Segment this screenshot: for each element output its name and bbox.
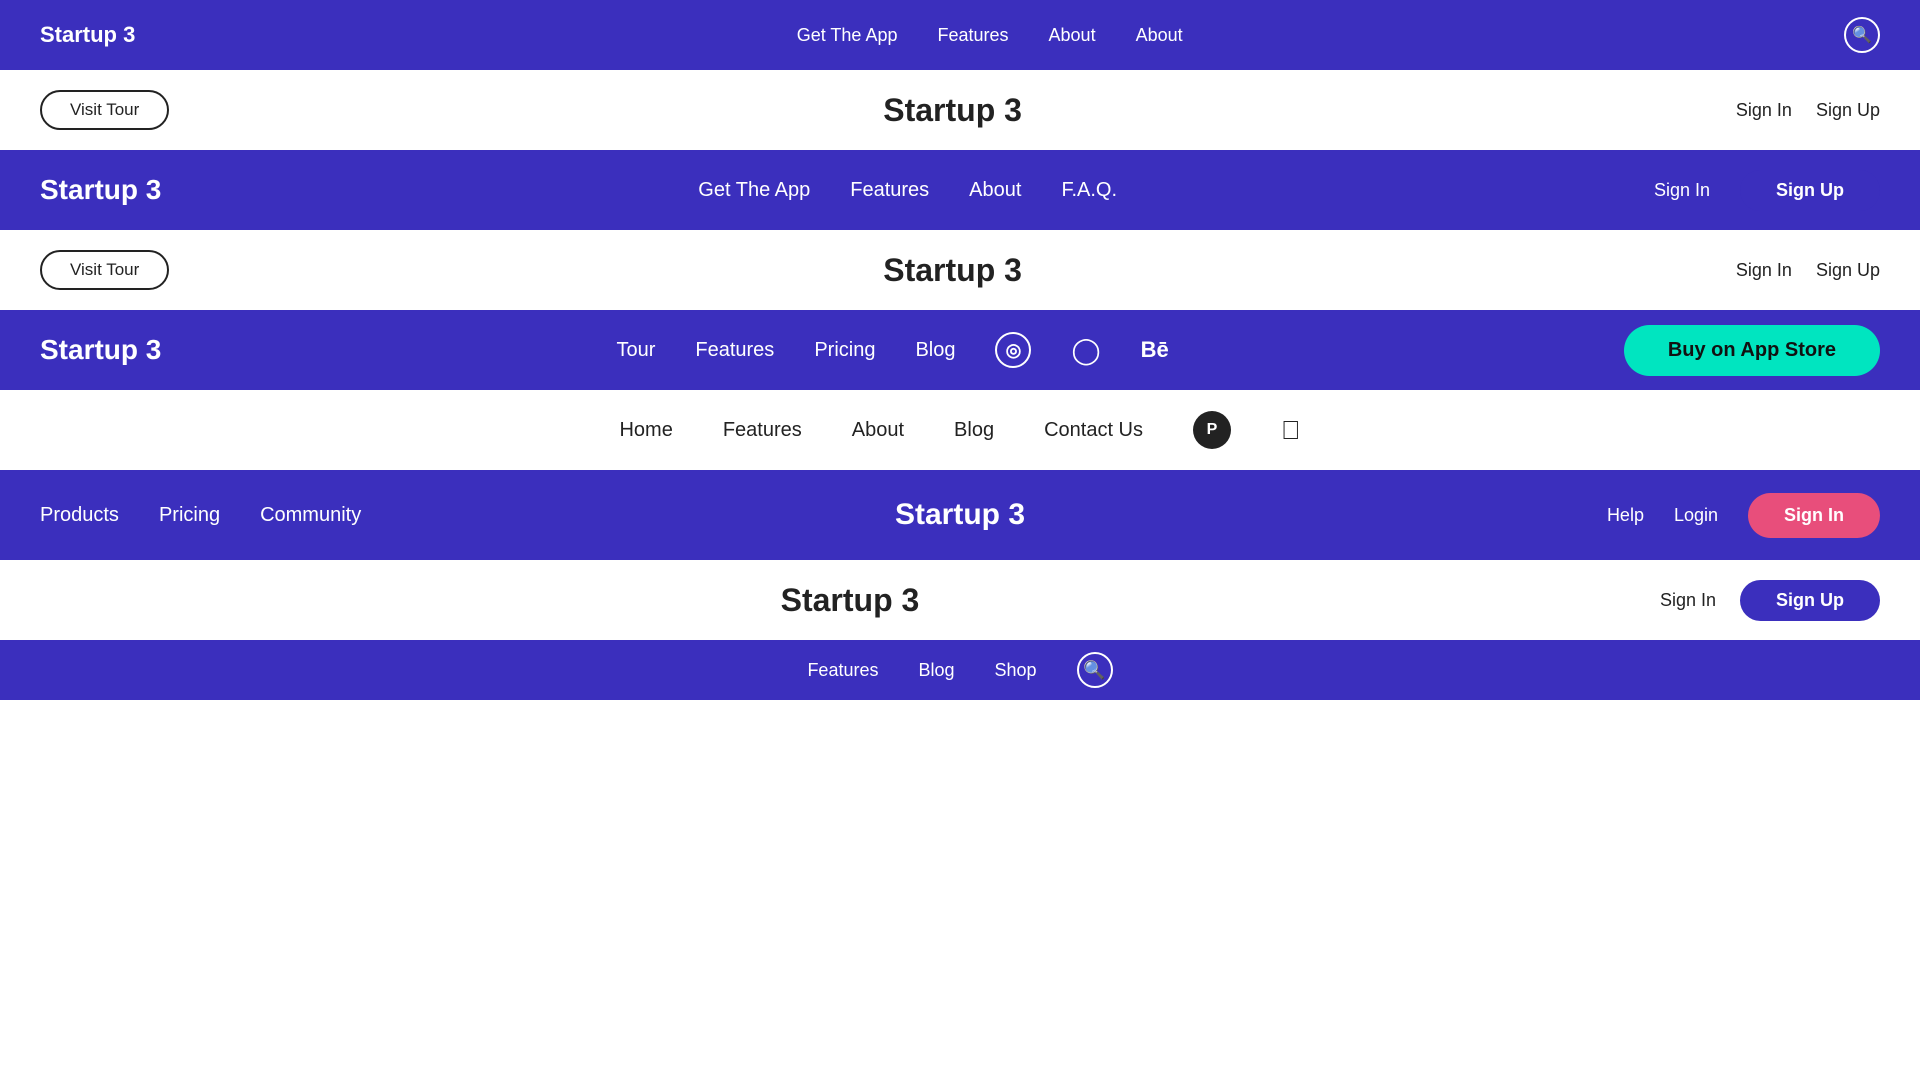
nav1-link-about2[interactable]: About: [1136, 25, 1183, 45]
band2-title: Startup 3: [169, 252, 1736, 289]
apple-icon[interactable]: : [1281, 415, 1301, 446]
nav4-help[interactable]: Help: [1607, 505, 1644, 526]
nav3-actions: Buy on App Store: [1624, 325, 1880, 376]
band3-link-blog[interactable]: Blog: [954, 419, 994, 442]
brand-1: Startup 3: [40, 22, 135, 48]
nav2-link-features[interactable]: Features: [850, 179, 929, 201]
nav4-links: Products Pricing Community: [40, 504, 361, 527]
behance-icon[interactable]: Bē: [1141, 337, 1169, 362]
instagram-icon[interactable]: ◯: [1071, 335, 1100, 365]
nav5-link-blog[interactable]: Blog: [918, 660, 954, 680]
nav5-link-shop[interactable]: Shop: [995, 660, 1037, 680]
nav1-links: Get The App Features About About: [135, 25, 1844, 46]
nav3-links: Tour Features Pricing Blog ◎ ◯ Bē: [161, 332, 1623, 368]
nav4-link-pricing[interactable]: Pricing: [159, 504, 220, 526]
nav4-link-products[interactable]: Products: [40, 504, 119, 526]
white-band-4: Startup 3 Sign In Sign Up: [0, 560, 1920, 640]
nav5-links: Features Blog Shop 🔍: [40, 652, 1880, 688]
nav4-link-community[interactable]: Community: [260, 504, 361, 526]
band4-sign-actions: Sign In Sign Up: [1660, 580, 1880, 621]
nav3-link-pricing[interactable]: Pricing: [814, 339, 875, 361]
band1-sign-in[interactable]: Sign In: [1736, 100, 1792, 121]
band3-link-home[interactable]: Home: [619, 419, 672, 442]
band1-sign-up[interactable]: Sign Up: [1816, 100, 1880, 121]
white-band-3: Home Features About Blog Contact Us P : [0, 390, 1920, 470]
nav2-links: Get The App Features About F.A.Q.: [161, 179, 1654, 202]
nav2-sign-up[interactable]: Sign Up: [1740, 170, 1880, 211]
nav2-sign-in[interactable]: Sign In: [1654, 180, 1710, 201]
nav5-search-icon[interactable]: 🔍: [1077, 652, 1113, 688]
white-band-1: Visit Tour Startup 3 Sign In Sign Up: [0, 70, 1920, 150]
white-band-2: Visit Tour Startup 3 Sign In Sign Up: [0, 230, 1920, 310]
band1-title: Startup 3: [169, 92, 1736, 129]
navbar-5: Features Blog Shop 🔍: [0, 640, 1920, 700]
band1-sign-actions: Sign In Sign Up: [1736, 100, 1880, 121]
band4-sign-up[interactable]: Sign Up: [1740, 580, 1880, 621]
buy-on-app-store-button[interactable]: Buy on App Store: [1624, 325, 1880, 376]
band3-link-features[interactable]: Features: [723, 419, 802, 442]
nav1-actions: 🔍: [1844, 17, 1880, 53]
navbar-3: Startup 3 Tour Features Pricing Blog ◎ ◯…: [0, 310, 1920, 390]
nav3-link-blog[interactable]: Blog: [915, 339, 955, 361]
nav4-sign-in-button[interactable]: Sign In: [1748, 493, 1880, 538]
navbar-2: Startup 3 Get The App Features About F.A…: [0, 150, 1920, 230]
nav5-link-features[interactable]: Features: [807, 660, 878, 680]
nav2-link-faq[interactable]: F.A.Q.: [1061, 179, 1117, 201]
navbar-4: Products Pricing Community Startup 3 Hel…: [0, 470, 1920, 560]
band3-link-about[interactable]: About: [852, 419, 904, 442]
navbar-1: Startup 3 Get The App Features About Abo…: [0, 0, 1920, 70]
band2-sign-in[interactable]: Sign In: [1736, 260, 1792, 281]
nav1-link-gettheapp[interactable]: Get The App: [797, 25, 898, 45]
band2-sign-up[interactable]: Sign Up: [1816, 260, 1880, 281]
visit-tour-button-1[interactable]: Visit Tour: [40, 90, 169, 130]
search-icon[interactable]: 🔍: [1844, 17, 1880, 53]
nav4-actions: Help Login Sign In: [1607, 493, 1880, 538]
product-icon[interactable]: P: [1193, 411, 1231, 449]
band3-link-contactus[interactable]: Contact Us: [1044, 419, 1143, 442]
dribbble-icon[interactable]: ◎: [995, 332, 1031, 368]
nav3-link-tour[interactable]: Tour: [616, 339, 655, 361]
nav4-brand: Startup 3: [895, 498, 1025, 532]
brand-3: Startup 3: [40, 334, 161, 366]
nav2-link-gettheapp[interactable]: Get The App: [698, 179, 810, 201]
band4-sign-in[interactable]: Sign In: [1660, 590, 1716, 611]
nav1-link-about[interactable]: About: [1049, 25, 1096, 45]
nav2-actions: Sign In Sign Up: [1654, 170, 1880, 211]
band2-sign-actions: Sign In Sign Up: [1736, 260, 1880, 281]
band4-title: Startup 3: [40, 582, 1660, 619]
nav1-link-features[interactable]: Features: [937, 25, 1008, 45]
nav4-login[interactable]: Login: [1674, 505, 1718, 526]
visit-tour-button-2[interactable]: Visit Tour: [40, 250, 169, 290]
nav2-link-about[interactable]: About: [969, 179, 1021, 201]
nav3-link-features[interactable]: Features: [695, 339, 774, 361]
brand-2: Startup 3: [40, 174, 161, 206]
